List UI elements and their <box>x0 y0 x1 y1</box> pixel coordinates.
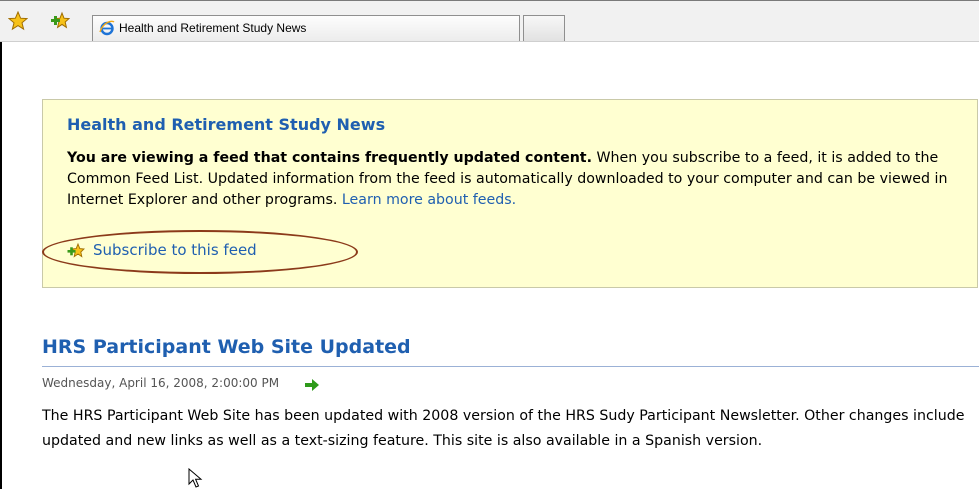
browser-toolbar: Health and Retirement Study News <box>0 0 979 42</box>
window-left-border <box>0 0 2 489</box>
add-favorites-icon[interactable] <box>50 11 70 31</box>
article-date: Wednesday, April 16, 2008, 2:00:00 PM <box>42 376 280 390</box>
article-divider <box>42 366 979 367</box>
article-title[interactable]: HRS Participant Web Site Updated <box>42 336 411 358</box>
arrow-right-icon[interactable] <box>304 377 320 391</box>
feed-description: You are viewing a feed that contains fre… <box>67 148 967 211</box>
tab-health-retirement-news[interactable]: Health and Retirement Study News <box>92 15 520 41</box>
new-tab-button[interactable] <box>523 15 565 41</box>
feed-title: Health and Retirement Study News <box>67 115 386 134</box>
favorites-star-icon[interactable] <box>8 11 28 31</box>
mouse-cursor-icon <box>188 467 206 489</box>
subscribe-highlight-oval <box>42 230 358 274</box>
learn-more-link[interactable]: Learn more about feeds. <box>342 192 516 208</box>
feed-description-lead: You are viewing a feed that contains fre… <box>67 150 592 166</box>
tab-label: Health and Retirement Study News <box>119 21 307 35</box>
ie-logo-icon <box>99 20 115 36</box>
article-body: The HRS Participant Web Site has been up… <box>42 408 965 449</box>
feed-info-box: Health and Retirement Study News You are… <box>42 99 978 288</box>
